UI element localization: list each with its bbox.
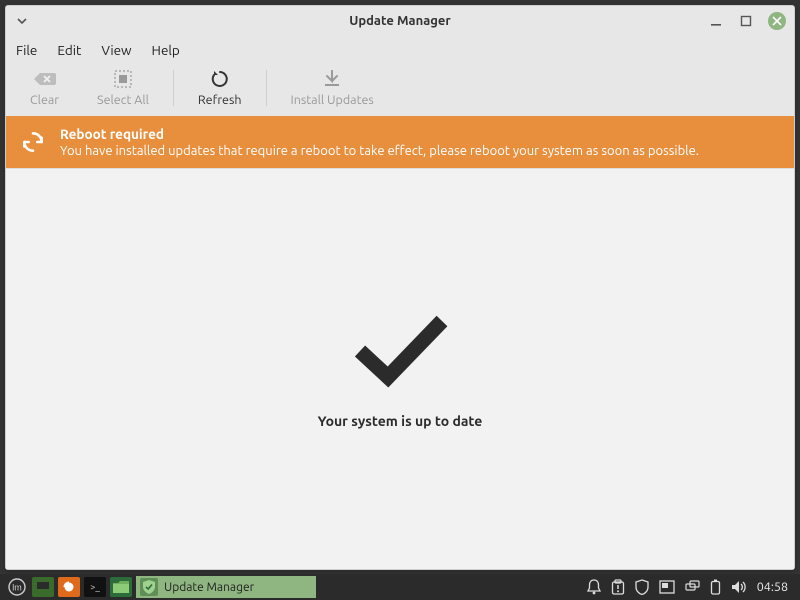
shield-icon: [140, 578, 158, 596]
titlebar-chevron-icon[interactable]: [14, 13, 30, 29]
refresh-label: Refresh: [198, 93, 242, 107]
banner-body: You have installed updates that require …: [60, 144, 699, 158]
update-manager-window: Update Manager File Edit View Help Clear: [5, 5, 795, 570]
menubar: File Edit View Help: [6, 36, 794, 64]
window-title: Update Manager: [6, 14, 794, 28]
minimize-button[interactable]: [708, 13, 724, 29]
refresh-button[interactable]: Refresh: [184, 69, 256, 107]
install-updates-button[interactable]: Install Updates: [277, 69, 388, 107]
install-updates-icon: [323, 69, 341, 89]
clear-icon: [34, 69, 56, 89]
menu-file[interactable]: File: [16, 42, 37, 58]
workspace-tray-icon[interactable]: [659, 580, 675, 594]
security-tray-icon[interactable]: [635, 579, 649, 595]
toolbar: Clear Select All Refresh Install Updates: [6, 64, 794, 116]
firefox-launcher[interactable]: [58, 577, 80, 597]
terminal-icon-label: >_: [90, 582, 100, 592]
install-updates-label: Install Updates: [291, 93, 374, 107]
window-controls: [708, 12, 786, 30]
toolbar-separator: [173, 70, 174, 106]
titlebar[interactable]: Update Manager: [6, 6, 794, 36]
menu-view[interactable]: View: [101, 42, 131, 58]
maximize-button[interactable]: [738, 13, 754, 29]
taskbar-app-update-manager[interactable]: Update Manager: [136, 576, 316, 598]
select-all-icon: [114, 69, 132, 89]
svg-text:lm: lm: [12, 583, 22, 593]
files-launcher[interactable]: [110, 577, 132, 597]
clock[interactable]: 04:58: [757, 580, 788, 594]
show-desktop-button[interactable]: [32, 577, 54, 597]
status-text: Your system is up to date: [318, 413, 483, 429]
menu-edit[interactable]: Edit: [57, 42, 81, 58]
notifications-icon[interactable]: [587, 579, 601, 595]
refresh-icon: [211, 69, 229, 89]
banner-title: Reboot required: [60, 126, 699, 142]
taskbar: lm >_ Update Manager: [0, 574, 800, 600]
network-tray-icon[interactable]: [685, 580, 700, 595]
select-all-label: Select All: [97, 93, 149, 107]
reboot-icon: [20, 129, 46, 155]
system-tray: 04:58: [587, 579, 794, 595]
battery-tray-icon[interactable]: [710, 579, 721, 595]
content-area: Your system is up to date: [6, 168, 794, 569]
close-button[interactable]: [768, 12, 786, 30]
menu-help[interactable]: Help: [152, 42, 180, 58]
volume-tray-icon[interactable]: [731, 580, 747, 594]
reboot-banner: Reboot required You have installed updat…: [6, 116, 794, 168]
toolbar-separator: [266, 70, 267, 106]
start-menu-button[interactable]: lm: [6, 577, 28, 597]
checkmark-icon: [350, 309, 450, 389]
updates-tray-icon[interactable]: [611, 579, 625, 595]
banner-text: Reboot required You have installed updat…: [60, 126, 699, 158]
terminal-launcher[interactable]: >_: [84, 577, 106, 597]
clear-button[interactable]: Clear: [16, 69, 73, 107]
taskbar-app-label: Update Manager: [164, 581, 254, 594]
clear-label: Clear: [30, 93, 59, 107]
select-all-button[interactable]: Select All: [83, 69, 163, 107]
